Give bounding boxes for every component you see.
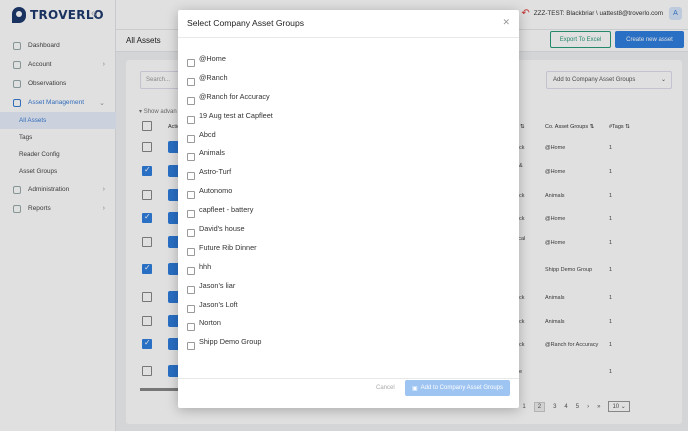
option-label: David's house xyxy=(199,223,245,233)
group-option[interactable]: Astro-Turf xyxy=(187,163,273,182)
group-option[interactable]: Jason's Loft xyxy=(187,296,273,315)
option-checkbox[interactable] xyxy=(187,285,195,294)
group-option[interactable]: Norton xyxy=(187,314,273,333)
option-label: Norton xyxy=(199,318,221,328)
group-option[interactable]: hhh xyxy=(187,258,273,277)
option-label: Jason's liar xyxy=(199,280,236,290)
add-to-groups-button[interactable]: ▣ Add to Company Asset Groups xyxy=(405,380,510,396)
option-checkbox[interactable] xyxy=(187,153,195,162)
option-label: 19 Aug test at Capfleet xyxy=(199,110,273,120)
option-label: @Ranch for Accuracy xyxy=(199,91,270,101)
option-checkbox[interactable] xyxy=(187,115,195,124)
option-checkbox[interactable] xyxy=(187,304,195,313)
option-checkbox[interactable] xyxy=(187,191,195,200)
option-checkbox[interactable] xyxy=(187,134,195,143)
save-icon: ▣ xyxy=(411,385,418,392)
group-option[interactable]: Animals xyxy=(187,144,273,163)
option-label: Animals xyxy=(199,148,225,158)
modal-title: Select Company Asset Groups xyxy=(187,18,305,28)
group-options-list: @Home @Ranch @Ranch for Accuracy 19 Aug … xyxy=(187,50,273,352)
option-label: Abcd xyxy=(199,129,216,139)
group-option[interactable]: Autonomo xyxy=(187,182,273,201)
group-option[interactable]: @Home xyxy=(187,50,273,69)
group-option[interactable]: David's house xyxy=(187,220,273,239)
group-option[interactable]: Future Rib Dinner xyxy=(187,239,273,258)
option-label: Astro-Turf xyxy=(199,167,232,177)
option-label: Autonomo xyxy=(199,186,233,196)
group-option[interactable]: @Ranch xyxy=(187,69,273,88)
group-option[interactable]: Abcd xyxy=(187,126,273,145)
divider xyxy=(178,378,519,379)
option-checkbox[interactable] xyxy=(187,228,195,237)
option-checkbox[interactable] xyxy=(187,96,195,105)
divider xyxy=(178,37,519,38)
option-checkbox[interactable] xyxy=(187,247,195,256)
option-checkbox[interactable] xyxy=(187,323,195,332)
option-label: @Home xyxy=(199,53,226,63)
option-checkbox[interactable] xyxy=(187,342,195,351)
option-checkbox[interactable] xyxy=(187,172,195,181)
close-icon[interactable]: ✕ xyxy=(502,17,510,28)
option-checkbox[interactable] xyxy=(187,210,195,219)
option-label: Future Rib Dinner xyxy=(199,242,257,252)
select-groups-modal: Select Company Asset Groups ✕ @Home @Ran… xyxy=(178,10,519,408)
option-label: @Ranch xyxy=(199,72,228,82)
group-option[interactable]: capfleet - battery xyxy=(187,201,273,220)
option-label: capfleet - battery xyxy=(199,205,254,215)
group-option[interactable]: Shipp Demo Group xyxy=(187,333,273,352)
option-checkbox[interactable] xyxy=(187,58,195,67)
group-option[interactable]: @Ranch for Accuracy xyxy=(187,88,273,107)
option-label: hhh xyxy=(199,261,212,271)
add-to-groups-label: Add to Company Asset Groups xyxy=(420,385,504,391)
option-checkbox[interactable] xyxy=(187,266,195,275)
option-checkbox[interactable] xyxy=(187,77,195,86)
group-option[interactable]: 19 Aug test at Capfleet xyxy=(187,107,273,126)
option-label: Jason's Loft xyxy=(199,299,238,309)
group-option[interactable]: Jason's liar xyxy=(187,277,273,296)
option-label: Shipp Demo Group xyxy=(199,337,262,347)
cancel-button[interactable]: Cancel xyxy=(376,380,396,396)
